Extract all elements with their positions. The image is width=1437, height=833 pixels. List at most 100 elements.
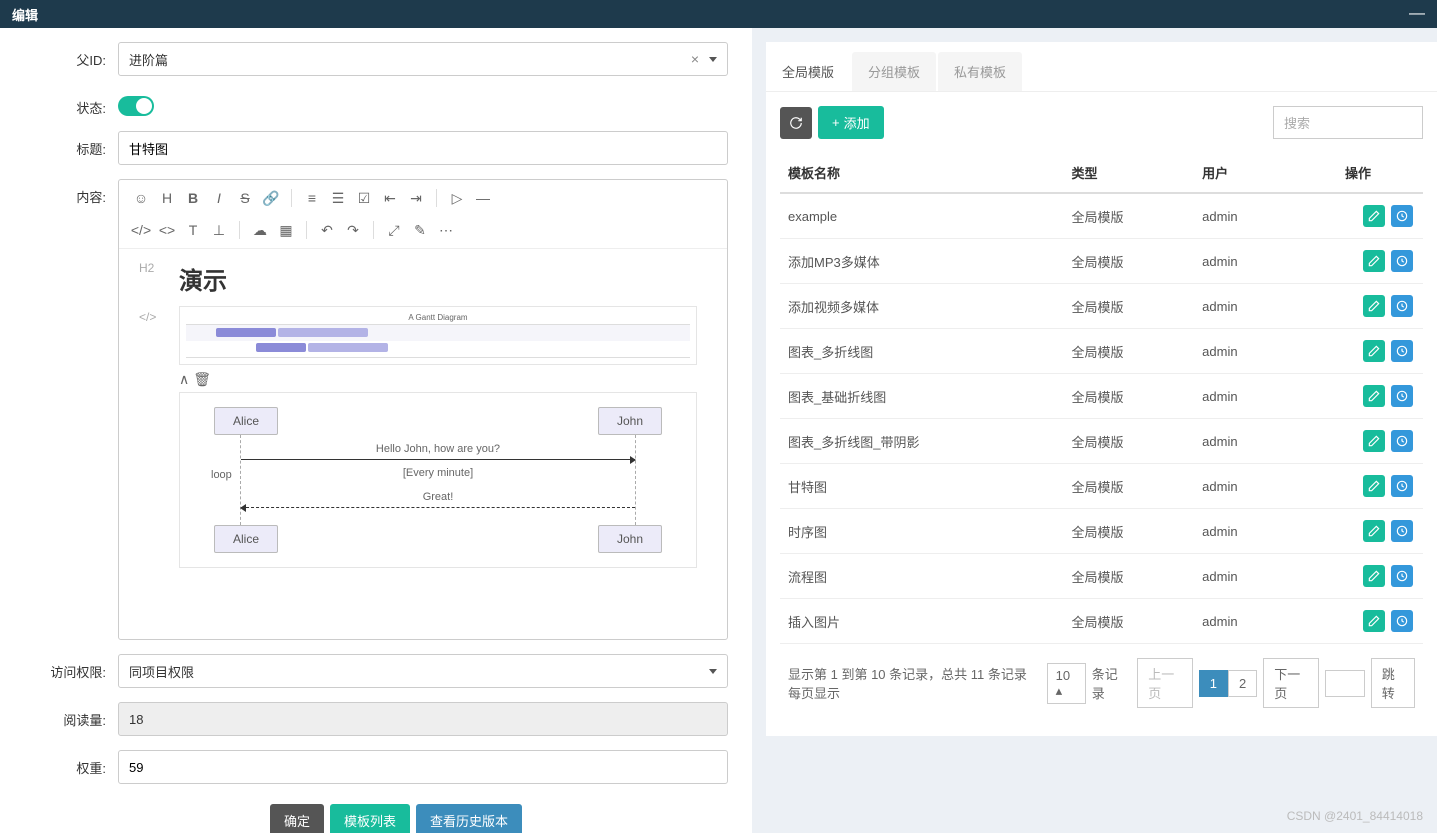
next-page[interactable]: 下一页	[1263, 658, 1318, 708]
row-edit-button[interactable]	[1363, 340, 1385, 362]
row-edit-button[interactable]	[1363, 205, 1385, 227]
search-input[interactable]: 搜索	[1273, 106, 1423, 139]
titlebar: 编辑 —	[0, 0, 1437, 28]
page-1[interactable]: 1	[1199, 670, 1228, 697]
table-row: 插入图片 全局模版 admin	[780, 599, 1423, 644]
table-row: 时序图 全局模版 admin	[780, 509, 1423, 554]
heading-icon[interactable]: H	[155, 186, 179, 210]
col-user[interactable]: 用户	[1194, 153, 1293, 193]
italic-icon[interactable]: I	[207, 186, 231, 210]
row-sync-button[interactable]	[1391, 475, 1413, 497]
access-select[interactable]: 同项目权限	[118, 654, 728, 688]
strike-icon[interactable]: S	[233, 186, 257, 210]
jump-button[interactable]: 跳转	[1371, 658, 1415, 708]
row-sync-button[interactable]	[1391, 250, 1413, 272]
parent-id-select[interactable]: 进阶篇 ×	[118, 42, 728, 76]
hr-icon[interactable]: —	[471, 186, 495, 210]
right-panel: 全局模版分组模板私有模板 + 添加 搜索 模板名称	[752, 28, 1437, 833]
code-icon[interactable]: </>	[129, 218, 153, 242]
outdent-icon[interactable]: ⇤	[378, 186, 402, 210]
row-edit-button[interactable]	[1363, 565, 1385, 587]
row-edit-button[interactable]	[1363, 295, 1385, 317]
task-icon[interactable]: ☑	[352, 186, 376, 210]
label-weight: 权重:	[30, 750, 118, 777]
editor: ☺ H B I S 🔗 ≡ ☰ ☑ ⇤ ⇥ ▷ —	[118, 179, 728, 640]
table-row: example 全局模版 admin	[780, 193, 1423, 239]
edit-icon[interactable]: ✎	[408, 218, 432, 242]
text-icon[interactable]: T	[181, 218, 205, 242]
link-icon[interactable]: 🔗	[259, 186, 283, 210]
fullscreen-icon[interactable]: ⤢	[382, 218, 406, 242]
row-edit-button[interactable]	[1363, 610, 1385, 632]
row-sync-button[interactable]	[1391, 340, 1413, 362]
col-type[interactable]: 类型	[1063, 153, 1194, 193]
chevron-down-icon[interactable]	[709, 57, 717, 62]
row-sync-button[interactable]	[1391, 205, 1413, 227]
pagesize-select[interactable]: 10 ▴	[1047, 663, 1086, 704]
ol-icon[interactable]: ≡	[300, 186, 324, 210]
redo-icon[interactable]: ↷	[341, 218, 365, 242]
table-row: 添加MP3多媒体 全局模版 admin	[780, 239, 1423, 284]
row-sync-button[interactable]	[1391, 430, 1413, 452]
underline-icon[interactable]: ⊥	[207, 218, 231, 242]
clear-icon[interactable]: ×	[687, 51, 703, 67]
editor-content[interactable]: H2 演示 </> A Gantt Diagram Section Anothe…	[119, 249, 727, 639]
move-up-icon[interactable]: ∧	[179, 371, 189, 388]
row-edit-button[interactable]	[1363, 250, 1385, 272]
cloud-icon[interactable]: ☁	[248, 218, 272, 242]
plus-icon: +	[832, 115, 840, 130]
bold-icon[interactable]: B	[181, 186, 205, 210]
indent-icon[interactable]: ⇥	[404, 186, 428, 210]
table-row: 添加视频多媒体 全局模版 admin	[780, 284, 1423, 329]
row-sync-button[interactable]	[1391, 385, 1413, 407]
align-icon[interactable]: ▷	[445, 186, 469, 210]
table-row: 图表_多折线图_带阴影 全局模版 admin	[780, 419, 1423, 464]
actor-john-top: John	[598, 407, 662, 435]
tab-1[interactable]: 分组模板	[852, 52, 936, 91]
delete-block-icon[interactable]: 🗑	[193, 371, 211, 388]
col-name[interactable]: 模板名称	[780, 153, 1063, 193]
footer-buttons: 确定 模板列表 查看历史版本	[270, 804, 728, 833]
page-jump-input[interactable]	[1325, 670, 1365, 697]
tab-0[interactable]: 全局模版	[766, 52, 850, 91]
title-input[interactable]	[129, 141, 717, 156]
codeblock-icon[interactable]: <>	[155, 218, 179, 242]
access-value: 同项目权限	[129, 662, 194, 681]
tab-2[interactable]: 私有模板	[938, 52, 1022, 91]
h2-marker: H2	[139, 261, 154, 275]
loop-label: loop	[209, 469, 234, 481]
title-input-wrap[interactable]	[118, 131, 728, 165]
undo-icon[interactable]: ↶	[315, 218, 339, 242]
row-edit-button[interactable]	[1363, 520, 1385, 542]
ok-button[interactable]: 确定	[270, 804, 324, 833]
add-button[interactable]: + 添加	[818, 106, 884, 139]
label-status: 状态:	[30, 90, 118, 117]
window-title: 编辑	[12, 5, 38, 24]
chevron-down-icon[interactable]	[709, 669, 717, 674]
views-input: 18	[118, 702, 728, 736]
prev-page[interactable]: 上一页	[1137, 658, 1192, 708]
sequence-diagram: Alice John Hello John, how are you? loop…	[179, 392, 697, 568]
row-sync-button[interactable]	[1391, 520, 1413, 542]
status-toggle[interactable]	[118, 96, 154, 116]
page-2[interactable]: 2	[1228, 670, 1257, 697]
emoji-icon[interactable]: ☺	[129, 186, 153, 210]
history-button[interactable]: 查看历史版本	[416, 804, 522, 833]
minimize-button[interactable]: —	[1409, 5, 1425, 23]
row-sync-button[interactable]	[1391, 610, 1413, 632]
weight-input-wrap[interactable]	[118, 750, 728, 784]
pager-summary: 显示第 1 到第 10 条记录，总共 11 条记录 每页显示	[788, 664, 1041, 702]
template-list-button[interactable]: 模板列表	[330, 804, 410, 833]
row-sync-button[interactable]	[1391, 565, 1413, 587]
ul-icon[interactable]: ☰	[326, 186, 350, 210]
more-icon[interactable]: ⋯	[434, 218, 458, 242]
row-edit-button[interactable]	[1363, 430, 1385, 452]
refresh-button[interactable]	[780, 107, 812, 139]
row-sync-button[interactable]	[1391, 295, 1413, 317]
actor-john-bottom: John	[598, 525, 662, 553]
row-edit-button[interactable]	[1363, 385, 1385, 407]
weight-input[interactable]	[129, 760, 717, 775]
row-edit-button[interactable]	[1363, 475, 1385, 497]
table-icon[interactable]: ▦	[274, 218, 298, 242]
label-title: 标题:	[30, 131, 118, 158]
